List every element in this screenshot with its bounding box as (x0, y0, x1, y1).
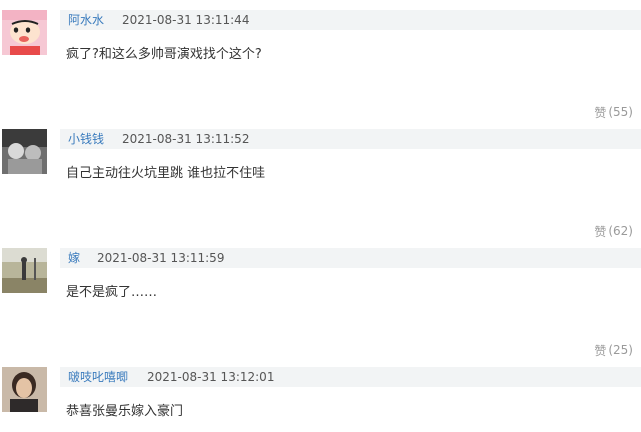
comment-timestamp: 2021-08-31 13:11:52 (122, 132, 250, 146)
user-avatar[interactable] (2, 367, 47, 412)
comment-text: 是不是疯了…… (66, 285, 158, 300)
comment-text: 自己主动往火坑里跳 谁也拉不住哇 (66, 166, 266, 181)
photo-avatar-icon (2, 367, 47, 412)
username-link[interactable]: 阿水水 (68, 12, 104, 28)
cartoon-avatar-icon (2, 10, 47, 55)
like-label: 赞 (594, 343, 607, 358)
like-count: (62) (608, 224, 633, 238)
user-avatar[interactable] (2, 129, 47, 174)
comment-meta-bar: 啵吱叱嘻唧 2021-08-31 13:12:01 (60, 367, 641, 387)
comment-text: 疯了?和这么多帅哥演戏找个这个? (66, 47, 262, 62)
like-label: 赞 (594, 105, 607, 120)
comment-text: 恭喜张曼乐嫁入豪门 (66, 404, 184, 419)
like-label: 赞 (594, 224, 607, 239)
like-button[interactable]: 赞 (62) (594, 223, 633, 239)
comment-meta-bar: 小钱钱 2021-08-31 13:11:52 (60, 129, 641, 149)
photo-avatar-icon (2, 129, 47, 174)
user-avatar[interactable] (2, 248, 47, 293)
comment-timestamp: 2021-08-31 13:11:44 (122, 13, 250, 27)
photo-avatar-icon (2, 248, 47, 293)
like-button[interactable]: 赞 (55) (594, 104, 633, 120)
comment-timestamp: 2021-08-31 13:11:59 (97, 251, 225, 265)
username-link[interactable]: 啵吱叱嘻唧 (68, 369, 128, 385)
comment-meta-bar: 嫁 2021-08-31 13:11:59 (60, 248, 641, 268)
comment-timestamp: 2021-08-31 13:12:01 (147, 370, 275, 384)
user-avatar[interactable] (2, 10, 47, 55)
username-link[interactable]: 小钱钱 (68, 131, 104, 147)
like-button[interactable]: 赞 (25) (594, 342, 633, 358)
username-link[interactable]: 嫁 (68, 250, 80, 266)
like-count: (55) (608, 105, 633, 119)
comment-meta-bar: 阿水水 2021-08-31 13:11:44 (60, 10, 641, 30)
like-count: (25) (608, 343, 633, 357)
